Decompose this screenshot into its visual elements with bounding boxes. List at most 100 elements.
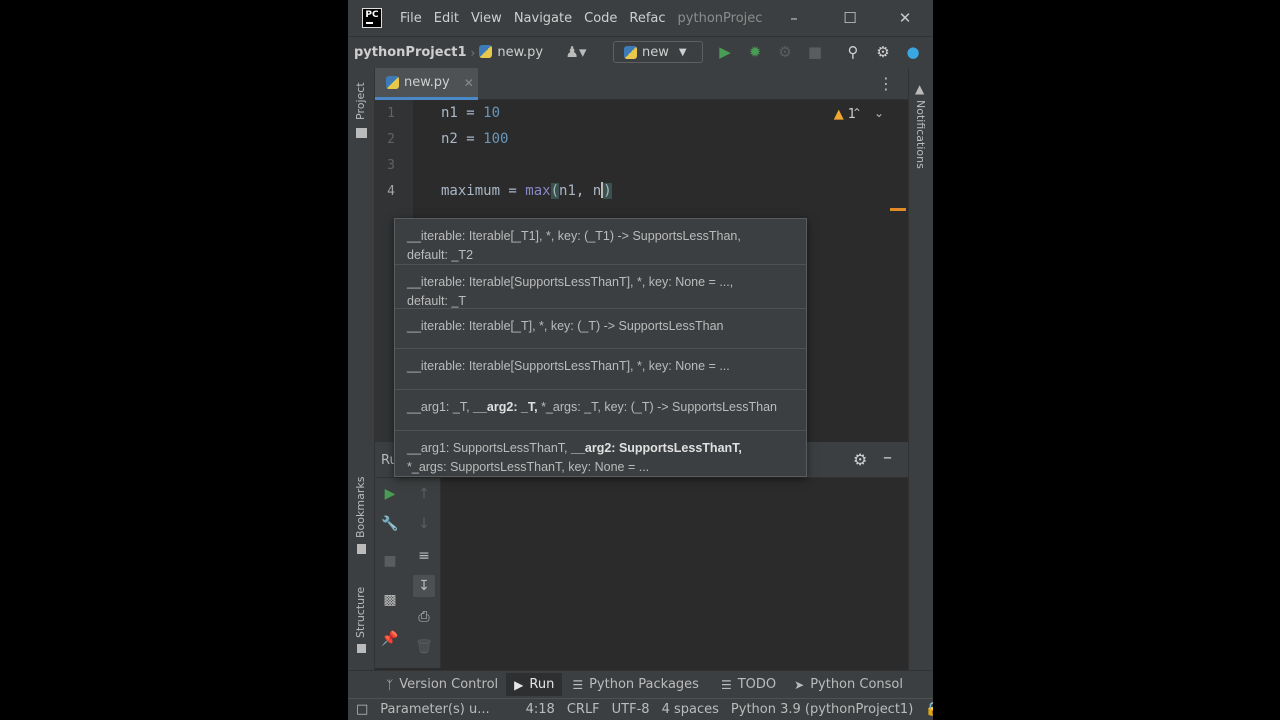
python-file-icon [479, 45, 493, 58]
rerun-icon[interactable]: ▶ [379, 483, 401, 505]
play-icon: ▶ [514, 677, 524, 692]
print-icon[interactable]: ⎙ [413, 606, 435, 628]
tab-new-py[interactable]: new.py ✕ [375, 68, 478, 100]
run-label: Run [529, 677, 555, 692]
stop-icon[interactable]: ■ [804, 36, 826, 68]
code-token: = [457, 105, 484, 121]
code-line-2: n2 = 100 [441, 131, 508, 147]
indent-setting[interactable]: 4 spaces [662, 702, 719, 717]
close-window-icon[interactable]: ✕ [885, 0, 925, 36]
line-number: 3 [387, 158, 395, 173]
folder-icon [356, 128, 367, 138]
title-bar: PC File Edit View Navigate Code Refac py… [348, 0, 933, 36]
console-icon: ➤ [794, 677, 805, 692]
menu-file[interactable]: File [400, 11, 422, 26]
wrench-icon[interactable]: 🔧 [379, 513, 401, 535]
signature-option: __iterable: Iterable[_T], *, key: (_T) -… [395, 309, 806, 349]
code-paren: ) [603, 183, 612, 199]
debug-icon[interactable]: ✹ [744, 36, 766, 68]
warning-icon: ▲ [833, 107, 844, 122]
breadcrumb-file-label: new.py [497, 45, 544, 60]
caret-position[interactable]: 4:18 [526, 702, 555, 717]
signature-option: __iterable: Iterable[_T1], *, key: (_T1)… [395, 219, 806, 265]
right-tool-strip: ▲ Notifications [908, 68, 933, 694]
code-builtin: max [525, 183, 551, 199]
python-console-label: Python Consol [810, 677, 903, 692]
run-icon[interactable]: ▶ [714, 36, 736, 68]
structure-tool-button[interactable]: Structure [354, 587, 367, 638]
hide-window-icon[interactable]: – [883, 447, 892, 468]
layout-icon[interactable]: ▩ [379, 589, 401, 611]
down-arrow-icon[interactable]: ↓ [413, 513, 435, 535]
python-interpreter[interactable]: Python 3.9 (pythonProject1) [731, 702, 913, 717]
project-tool-button[interactable]: Project [354, 82, 367, 120]
minimize-icon[interactable]: – [774, 0, 814, 36]
settings-gear-icon[interactable]: ⚙ [853, 450, 867, 469]
menu-view[interactable]: View [471, 11, 502, 26]
line-number: 1 [387, 106, 395, 121]
code-number: 100 [483, 131, 509, 147]
run-configuration-select[interactable]: new ▼ [613, 41, 703, 63]
layout-toggle-icon[interactable]: □ [356, 702, 368, 717]
bell-icon: ▲ [915, 82, 925, 96]
file-encoding[interactable]: UTF-8 [612, 702, 650, 717]
line-number: 2 [387, 132, 395, 147]
signature-option: __iterable: Iterable[SupportsLessThanT],… [395, 265, 806, 309]
lock-icon[interactable]: 🔒 [925, 702, 933, 717]
signature-text: __iterable: Iterable[SupportsLessThanT],… [407, 359, 730, 373]
user-icon[interactable]: ♟▾ [560, 36, 592, 68]
coverage-icon[interactable]: ⚙ [774, 36, 796, 68]
line-separator[interactable]: CRLF [567, 702, 600, 717]
settings-gear-icon[interactable]: ⚙ [872, 36, 894, 68]
signature-text: *_args: _T, key: (_T) -> SupportsLessTha… [537, 400, 777, 414]
code-token: = [457, 131, 484, 147]
status-bar: □ Parameter(s) u... 4:18 CRLF UTF-8 4 sp… [348, 698, 933, 720]
signature-text: *_args: SupportsLessThanT, key: None = .… [407, 460, 650, 474]
code-token: n1, n [559, 183, 602, 199]
python-console-button[interactable]: ➤ Python Consol [794, 677, 903, 692]
signature-option: __arg1: _T, __arg2: _T, *_args: _T, key:… [395, 390, 806, 431]
up-arrow-icon[interactable]: ↑ [413, 483, 435, 505]
current-parameter: __arg2: SupportsLessThanT, [571, 441, 742, 455]
run-button[interactable]: ▶ Run [506, 673, 563, 696]
code-token: maximum = [441, 183, 526, 199]
soft-wrap-icon[interactable]: ≡ [413, 545, 435, 567]
scroll-to-end-icon[interactable]: ↧ [413, 575, 435, 597]
tool-window-bar: ᛉ Version Control ▶ Run ☰ Python Packages ☰… [348, 670, 933, 698]
menu-edit[interactable]: Edit [434, 11, 459, 26]
chevron-down-icon: ▼ [678, 46, 687, 58]
tab-label: new.py [404, 75, 450, 90]
search-icon[interactable]: ⚲ [842, 36, 864, 68]
stop-icon[interactable]: ■ [379, 550, 401, 572]
todo-label: TODO [737, 677, 777, 692]
window-project-title: pythonProjec [677, 10, 763, 26]
todo-button[interactable]: ☰ TODO [721, 677, 776, 692]
breadcrumb-project[interactable]: pythonProject1 [354, 45, 467, 60]
python-packages-button[interactable]: ☰ Python Packages [572, 677, 699, 692]
status-message[interactable]: Parameter(s) u... [380, 702, 489, 717]
pin-icon[interactable]: 📌 [379, 628, 401, 650]
jetbrains-toolbox-icon[interactable]: ● [902, 36, 924, 68]
run-toolbar: ▶ ↑ 🔧 ↓ ■ ≡ ↧ ▩ ⎙ 📌 🗑 [375, 478, 441, 668]
version-control-label: Version Control [399, 677, 499, 692]
version-control-button[interactable]: ᛉ Version Control [386, 677, 498, 692]
code-number: 10 [483, 105, 501, 121]
close-tab-icon[interactable]: ✕ [464, 76, 474, 90]
trash-icon[interactable]: 🗑 [413, 636, 435, 658]
notifications-tool-button[interactable]: Notifications [914, 100, 927, 169]
code-paren: ( [550, 183, 560, 199]
menu-refactor[interactable]: Refac [629, 11, 665, 26]
menu-navigate[interactable]: Navigate [514, 11, 572, 26]
warning-stripe-marker[interactable] [890, 208, 906, 211]
maximize-icon[interactable]: ☐ [830, 0, 870, 36]
menu-code[interactable]: Code [584, 11, 617, 26]
breadcrumb-file[interactable]: new.py [479, 45, 543, 60]
branch-icon: ᛉ [386, 677, 394, 692]
editor-tabs: new.py ✕ ⋮ [375, 68, 908, 100]
prev-next-highlight-icon[interactable]: ⌃⌄ [852, 106, 896, 120]
signature-text: default: _T2 [407, 248, 474, 262]
signature-text: __iterable: Iterable[SupportsLessThanT],… [407, 275, 734, 289]
signature-text: __arg1: SupportsLessThanT, [407, 441, 571, 455]
bookmarks-tool-button[interactable]: Bookmarks [354, 477, 367, 538]
more-options-icon[interactable]: ⋮ [878, 74, 894, 93]
